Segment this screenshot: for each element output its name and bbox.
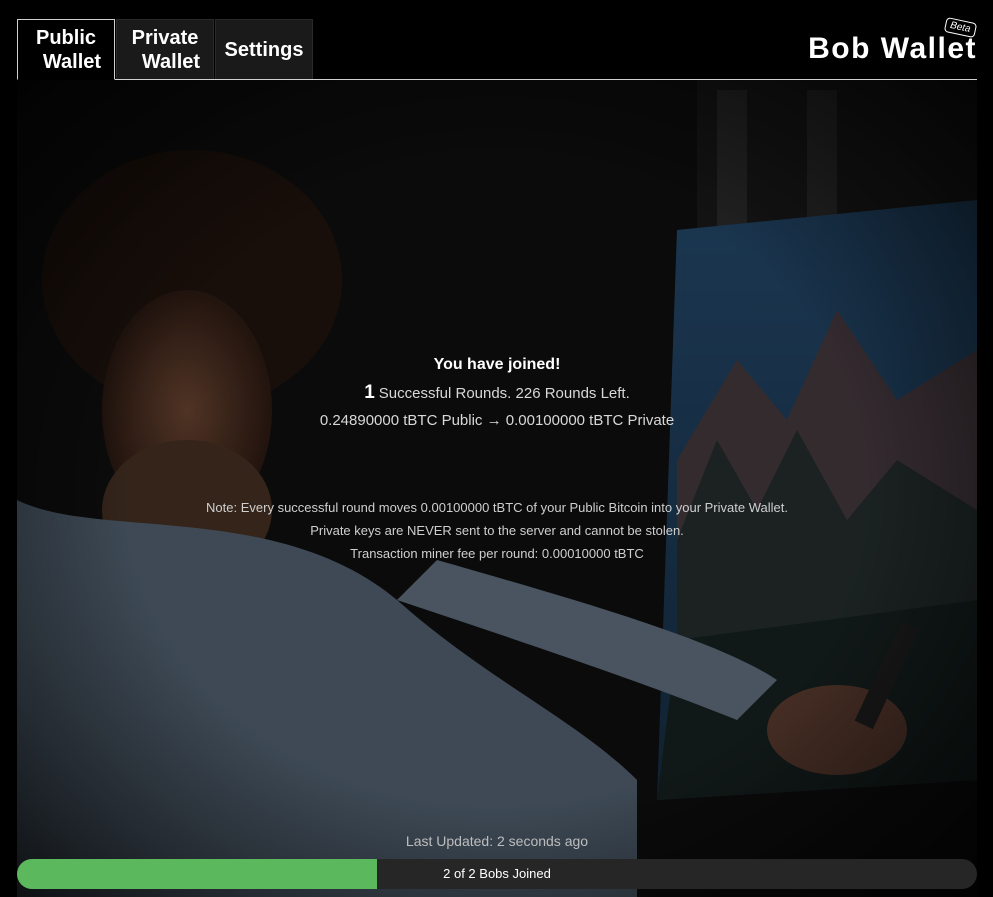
main-stage: You have joined! 1 Successful Rounds. 226… (17, 80, 977, 897)
progress-label: 2 of 2 Bobs Joined (443, 866, 551, 881)
note-line-round-move: Note: Every successful round moves 0.001… (206, 500, 788, 515)
tab-private-wallet-label-line2: Wallet (141, 50, 201, 73)
notes-block: Note: Every successful round moves 0.001… (17, 496, 977, 565)
tab-public-wallet-label-line2: Wallet (42, 50, 102, 73)
tab-private-wallet[interactable]: Private Wallet (116, 19, 214, 79)
tab-public-wallet[interactable]: Public Wallet (17, 19, 115, 80)
brand-title: Bob Wallet (808, 32, 977, 65)
successful-rounds-count: 1 (364, 382, 375, 403)
dim-overlay (17, 80, 977, 897)
joined-message: You have joined! (433, 356, 561, 373)
rounds-status: 1 Successful Rounds. 226 Rounds Left. (17, 382, 977, 404)
note-line-miner-fee: Transaction miner fee per round: 0.00010… (350, 546, 644, 561)
tab-settings-label: Settings (224, 38, 304, 61)
tab-settings[interactable]: Settings (215, 19, 313, 79)
bobs-joined-progress-bar: 2 of 2 Bobs Joined (17, 859, 977, 889)
rounds-text: Successful Rounds. 226 Rounds Left. (378, 385, 630, 402)
tab-public-wallet-label-line1: Public (35, 26, 96, 49)
note-line-private-keys: Private keys are NEVER sent to the serve… (310, 523, 684, 538)
last-updated: Last Updated: 2 seconds ago (405, 833, 589, 849)
balance-transfer: 0.24890000 tBTC Public → 0.00100000 tBTC… (319, 412, 675, 429)
tab-bar: Public Wallet Private Wallet Settings (17, 19, 313, 80)
tab-private-wallet-label-line1: Private (131, 26, 199, 49)
app-root: Public Wallet Private Wallet Settings Bo… (0, 0, 993, 897)
